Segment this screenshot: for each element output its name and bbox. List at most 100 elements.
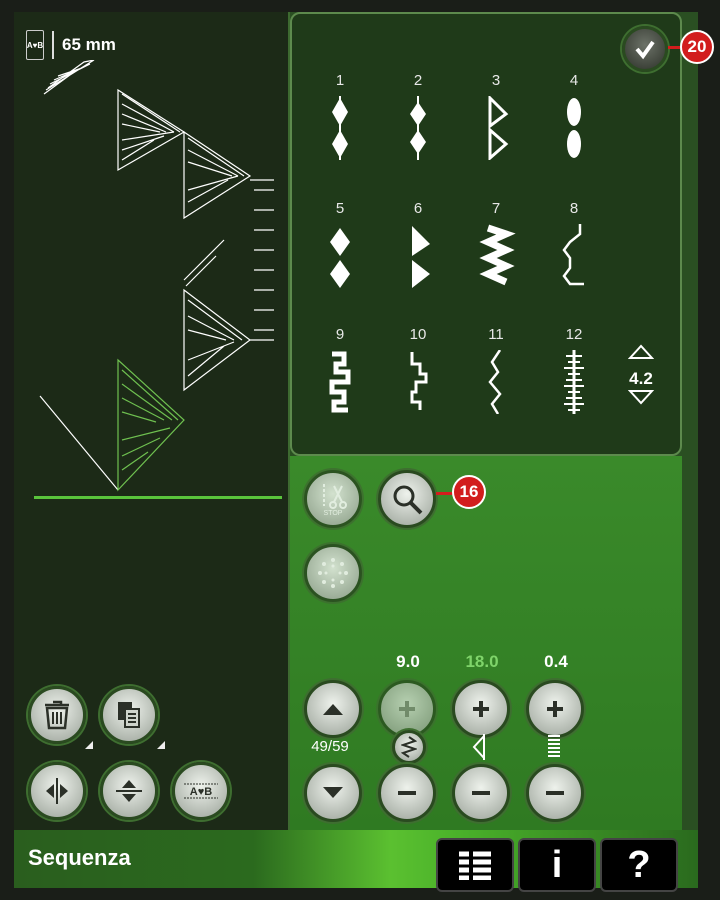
preview-stitch-triangle-4	[183, 288, 251, 392]
stitch-step-block-icon	[329, 351, 351, 413]
zigzag-width-icon	[401, 736, 417, 758]
preview-stitch-triangle-2	[117, 88, 186, 172]
preview-stitch-triangle-5	[183, 239, 225, 287]
plus-icon	[473, 701, 489, 717]
stitch-length-icon	[548, 735, 560, 757]
radial-dots-icon	[318, 558, 348, 588]
callout-16: 16	[452, 475, 486, 509]
stitch-cell-10[interactable]: 10	[378, 326, 458, 456]
scissors-stop-icon: STOP	[323, 484, 347, 516]
stitch-wave-outline-icon	[562, 224, 584, 286]
sequence-length-info: A♥B 65 mm	[26, 30, 116, 60]
stitch-cell-1[interactable]: 1	[300, 72, 380, 202]
help-button[interactable]: ?	[600, 838, 678, 892]
list-menu-icon	[459, 851, 491, 880]
copy-icon	[118, 702, 140, 728]
stitch-oval-double-icon	[567, 98, 581, 158]
stitch-number: 8	[569, 200, 579, 217]
duplicate-button[interactable]	[100, 686, 165, 749]
stitch-triangle-pair-icon	[412, 226, 430, 288]
stitch-cell-9[interactable]: 9	[300, 326, 380, 456]
stitch-number: 7	[491, 200, 501, 217]
stitch-cell-3[interactable]: 3	[456, 72, 536, 202]
width-minus-button[interactable]	[378, 764, 436, 822]
length-minus-button[interactable]	[526, 764, 584, 822]
stitch-diamond-pair-icon	[330, 228, 350, 288]
stitch-number: 12	[565, 326, 583, 343]
callout-20: 20	[680, 30, 714, 64]
text-sequence-button[interactable]: A♥B	[172, 762, 230, 820]
menu-scroll-value: 4.2	[629, 369, 653, 388]
stitch-number: 5	[335, 200, 345, 217]
stitch-position-indicator	[470, 733, 490, 765]
svg-text:A♥B: A♥B	[190, 786, 212, 798]
scroll-down-icon[interactable]	[627, 389, 655, 405]
stitch-serpentine-icon	[488, 350, 502, 414]
stitch-number: 9	[335, 326, 345, 343]
abc-lettering-icon: A♥B	[184, 783, 218, 799]
plus-icon	[547, 701, 563, 717]
scroll-up-icon[interactable]	[627, 344, 655, 360]
stitch-width-indicator	[392, 730, 426, 764]
stitch-cell-12[interactable]: 12	[534, 326, 614, 456]
position-plus-button[interactable]	[452, 680, 510, 738]
length-plus-button[interactable]	[526, 680, 584, 738]
mirror-horizontal-button[interactable]	[28, 762, 86, 820]
ok-button[interactable]	[622, 26, 668, 72]
sequence-stitch-preview	[39, 60, 274, 492]
stitch-position-value: 18.0	[465, 652, 499, 671]
stitch-number: 2	[413, 72, 423, 89]
stitch-cell-4[interactable]: 4	[534, 72, 614, 202]
stitch-number: 1	[335, 72, 345, 89]
minus-icon	[546, 791, 564, 795]
stitch-cell-6[interactable]: 6	[378, 200, 458, 330]
page-title: Sequenza	[28, 845, 131, 870]
menu-list-button[interactable]	[436, 838, 514, 892]
stitch-triangle-double-icon	[488, 96, 509, 160]
preview-stitch-triangle-1	[43, 60, 95, 95]
position-minus-button[interactable]	[452, 764, 510, 822]
svg-text:STOP: STOP	[324, 510, 343, 516]
stitch-zigzag-block-icon	[479, 224, 516, 286]
step-down-button[interactable]	[304, 764, 362, 822]
stitch-width-value: 9.0	[396, 652, 420, 671]
tie-off-button[interactable]: STOP	[304, 470, 362, 528]
menu-scroll-control: 4.2	[626, 344, 656, 436]
stitch-diamond-double-icon	[332, 96, 348, 160]
triangle-down-icon	[323, 787, 343, 798]
trash-icon	[45, 700, 69, 730]
info-button[interactable]: i	[518, 838, 596, 892]
triangle-up-icon	[323, 704, 343, 715]
preview-baseline	[34, 496, 282, 499]
stitch-number: 11	[488, 326, 504, 343]
stitch-options-button[interactable]	[304, 544, 362, 602]
stitch-cell-8[interactable]: 8	[534, 200, 614, 330]
preview-diagonal-line	[39, 395, 119, 491]
stitch-length-indicator	[546, 734, 562, 765]
delete-button[interactable]	[28, 686, 93, 749]
length-separator	[52, 31, 54, 59]
stitch-number: 3	[491, 72, 501, 89]
stitch-cell-7[interactable]: 7	[456, 200, 536, 330]
triangle-position-icon	[472, 733, 485, 761]
stitch-cell-5[interactable]: 5	[300, 200, 380, 330]
minus-icon	[398, 791, 416, 795]
mirror-side-icon	[46, 778, 68, 804]
sequence-counter: 49/59	[311, 738, 349, 755]
step-up-button[interactable]	[304, 680, 362, 738]
stitch-cell-2[interactable]: 2	[378, 72, 458, 202]
mirror-vertical-button[interactable]	[100, 762, 158, 820]
preview-stitch-triangle-3	[183, 130, 252, 220]
checkmark-icon	[635, 40, 655, 60]
magnifier-icon	[393, 485, 423, 515]
zoom-button[interactable]	[378, 470, 436, 528]
help-icon: ?	[627, 843, 651, 886]
info-icon: i	[551, 843, 563, 886]
stitch-number: 4	[569, 72, 579, 89]
minus-icon	[472, 791, 490, 795]
stitch-number: 10	[409, 326, 427, 343]
stitch-length-value: 0.4	[544, 652, 568, 671]
mirror-end-icon	[116, 780, 142, 802]
stitch-step-outline-icon	[410, 352, 428, 410]
stitch-cell-11[interactable]: 11	[456, 326, 536, 456]
